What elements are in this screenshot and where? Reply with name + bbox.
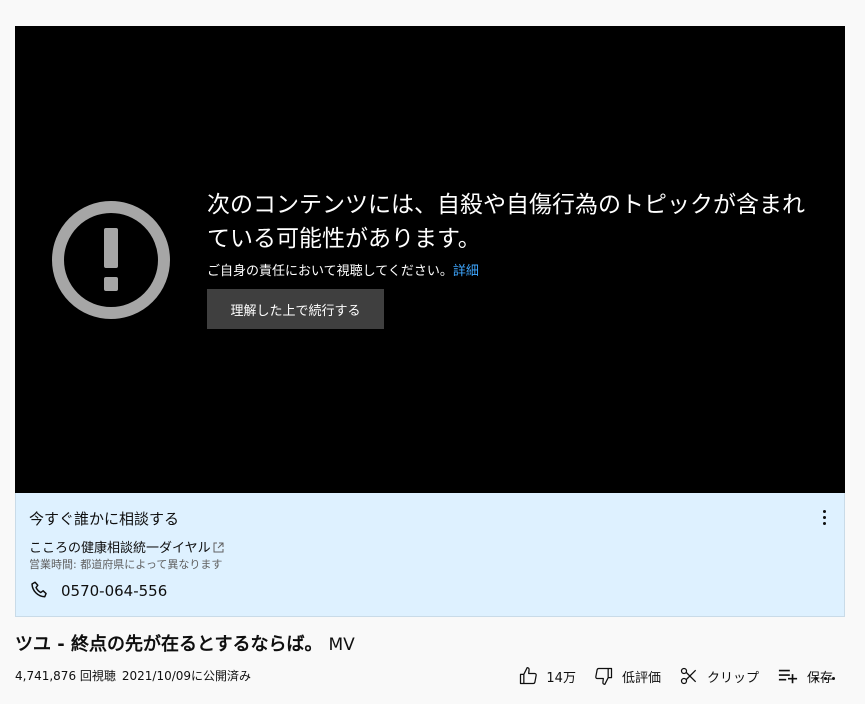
warning-subtitle: ご自身の責任において視聴してください。詳細 — [207, 260, 817, 279]
thumbs-down-icon — [595, 667, 613, 685]
continue-button[interactable]: 理解した上で続行する — [207, 289, 384, 329]
warning-sub-text: ご自身の責任において視聴してください。 — [207, 264, 453, 279]
scissors-icon — [680, 667, 697, 685]
warning-title: 次のコンテンツには、自殺や自傷行為のトピックが含まれている可能性があります。 — [207, 192, 805, 252]
clip-button[interactable]: クリップ — [679, 666, 759, 686]
video-meta: 4,741,876 回視聴 2021/10/09に公開済み — [15, 667, 251, 684]
like-count: 14万 — [546, 670, 576, 686]
thumbs-up-icon — [520, 667, 538, 685]
view-count: 4,741,876 回視聴 — [15, 669, 116, 683]
dislike-button[interactable]: 低評価 — [594, 666, 661, 686]
phone-icon — [31, 581, 47, 598]
publish-date: 2021/10/09に公開済み — [121, 669, 252, 683]
crisis-resources-panel: 今すぐ誰かに相談する こころの健康相談統一ダイヤル 営業時間: 都道府県によって… — [15, 493, 845, 617]
more-actions-button[interactable] — [815, 672, 835, 684]
hotline-phone-link[interactable]: 0570-064-556 — [29, 580, 167, 602]
learn-more-link[interactable]: 詳細 — [453, 264, 479, 279]
video-player[interactable]: 次のコンテンツには、自殺や自傷行為のトピックが含まれている可能性があります。 ご… — [15, 26, 845, 493]
hotline-name-link[interactable]: こころの健康相談統一ダイヤル — [29, 537, 224, 556]
hotline-hours: 営業時間: 都道府県によって異なります — [29, 558, 223, 571]
hotline-name: こころの健康相談統一ダイヤル — [29, 541, 211, 556]
video-title: ツユ - 終点の先が在るとするならば。 MV — [15, 630, 355, 656]
hotline-phone-number: 0570-064-556 — [61, 582, 168, 600]
panel-title: 今すぐ誰かに相談する — [29, 510, 180, 528]
warning-icon — [52, 201, 170, 319]
video-title-text: ツユ - 終点の先が在るとするならば。 — [15, 634, 323, 655]
clip-label: クリップ — [706, 670, 759, 686]
content-warning: 次のコンテンツには、自殺や自傷行為のトピックが含まれている可能性があります。 ご… — [207, 188, 817, 279]
panel-more-options-button[interactable] — [816, 507, 832, 529]
dislike-label: 低評価 — [621, 670, 661, 686]
video-title-suffix: MV — [328, 635, 355, 655]
external-link-icon — [213, 542, 224, 553]
playlist-add-icon — [778, 669, 798, 684]
like-button[interactable]: 14万 — [518, 666, 576, 686]
video-actions: 14万 低評価 クリップ 保存 — [500, 666, 833, 686]
